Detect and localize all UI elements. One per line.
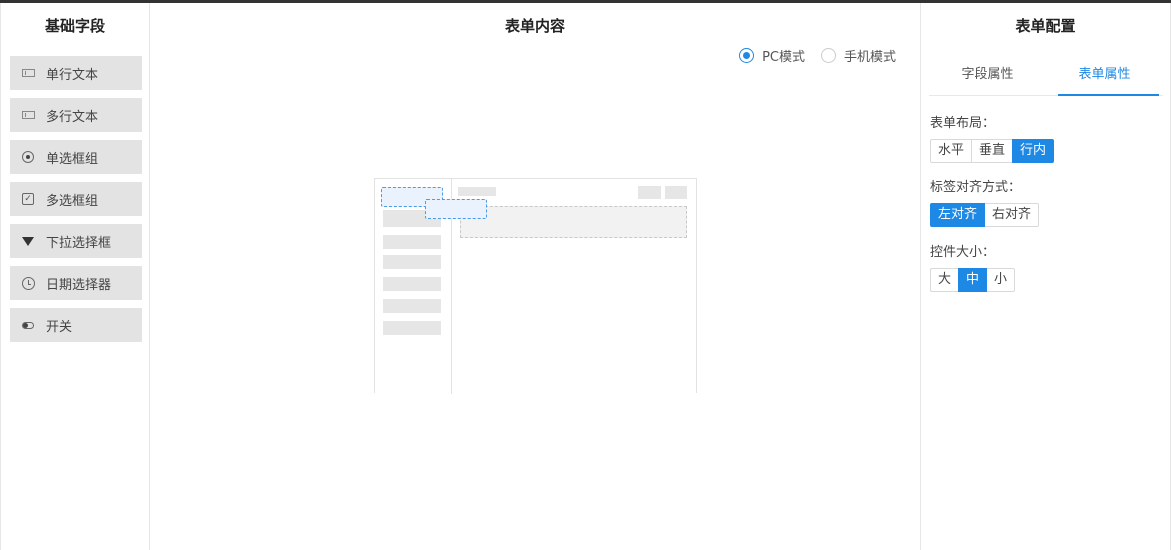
pc-mode-radio[interactable]: PC模式 <box>739 46 805 65</box>
size-medium-button[interactable]: 中 <box>958 268 988 292</box>
form-config-panel: 表单配置 字段属性 表单属性 表单布局： 水平 垂直 行内 标签对齐方式： 左对… <box>921 3 1171 550</box>
device-mode-radio-group: PC模式 手机模式 <box>723 46 896 65</box>
input-icon <box>21 66 35 80</box>
field-item-radio-group[interactable]: 单选框组 <box>10 140 142 174</box>
field-item-label: 开关 <box>46 319 73 335</box>
field-item-date-picker[interactable]: 日期选择器 <box>10 266 142 300</box>
field-item-label: 单选框组 <box>46 151 99 167</box>
label-align-button-group: 左对齐 右对齐 <box>930 203 1040 227</box>
basic-fields-panel: 基础字段 单行文本 多行文本 单选框组 ✓ 多选框组 下拉选择框 日期选择器 开… <box>0 3 150 550</box>
pc-mode-label: PC模式 <box>762 50 805 65</box>
control-size-setting: 控件大小： 大 中 小 <box>930 244 1016 292</box>
config-tabs: 字段属性 表单属性 <box>929 59 1163 96</box>
layout-horizontal-button[interactable]: 水平 <box>930 139 973 163</box>
field-list: 单行文本 多行文本 单选框组 ✓ 多选框组 下拉选择框 日期选择器 开关 <box>1 56 149 342</box>
align-right-button[interactable]: 右对齐 <box>984 203 1040 227</box>
size-large-button[interactable]: 大 <box>930 268 960 292</box>
layout-inline-button[interactable]: 行内 <box>1012 139 1055 163</box>
form-canvas-panel: 表单内容 PC模式 手机模式 <box>150 3 921 550</box>
radio-selected-icon <box>739 48 755 63</box>
radio-unselected-icon <box>820 48 836 63</box>
field-item-select[interactable]: 下拉选择框 <box>10 224 142 258</box>
field-item-single-line-text[interactable]: 单行文本 <box>10 56 142 90</box>
tab-form-properties[interactable]: 表单属性 <box>1046 59 1163 96</box>
checkbox-icon: ✓ <box>21 192 35 206</box>
clock-icon <box>21 276 35 290</box>
field-item-switch[interactable]: 开关 <box>10 308 142 342</box>
dropdown-triangle-icon <box>21 234 35 248</box>
form-content-title: 表单内容 <box>504 17 565 35</box>
mobile-mode-radio[interactable]: 手机模式 <box>820 46 896 65</box>
drag-ghost-placeholder <box>425 199 487 219</box>
control-size-button-group: 大 中 小 <box>930 268 1016 292</box>
control-size-label: 控件大小： <box>930 245 996 260</box>
layout-vertical-button[interactable]: 垂直 <box>971 139 1014 163</box>
field-item-label: 下拉选择框 <box>46 235 112 251</box>
drag-drop-illustration <box>374 178 697 394</box>
size-small-button[interactable]: 小 <box>986 268 1016 292</box>
textarea-icon <box>21 108 35 122</box>
field-item-label: 日期选择器 <box>46 277 112 293</box>
field-item-checkbox-group[interactable]: ✓ 多选框组 <box>10 182 142 216</box>
form-layout-label: 表单布局： <box>930 116 996 131</box>
field-item-label: 单行文本 <box>46 67 99 83</box>
toggle-icon <box>21 318 35 332</box>
mobile-mode-label: 手机模式 <box>843 50 896 65</box>
form-config-title: 表单配置 <box>1015 17 1076 35</box>
form-layout-button-group: 水平 垂直 行内 <box>930 139 1055 163</box>
field-item-multi-line-text[interactable]: 多行文本 <box>10 98 142 132</box>
field-item-label: 多行文本 <box>46 109 99 125</box>
align-left-button[interactable]: 左对齐 <box>930 203 986 227</box>
basic-fields-title: 基础字段 <box>44 17 105 35</box>
field-item-label: 多选框组 <box>46 193 99 209</box>
tab-field-properties[interactable]: 字段属性 <box>929 59 1046 95</box>
label-align-label: 标签对齐方式： <box>930 180 1022 195</box>
label-align-setting: 标签对齐方式： 左对齐 右对齐 <box>930 179 1040 227</box>
radio-icon <box>21 150 35 164</box>
form-layout-setting: 表单布局： 水平 垂直 行内 <box>930 115 1055 163</box>
